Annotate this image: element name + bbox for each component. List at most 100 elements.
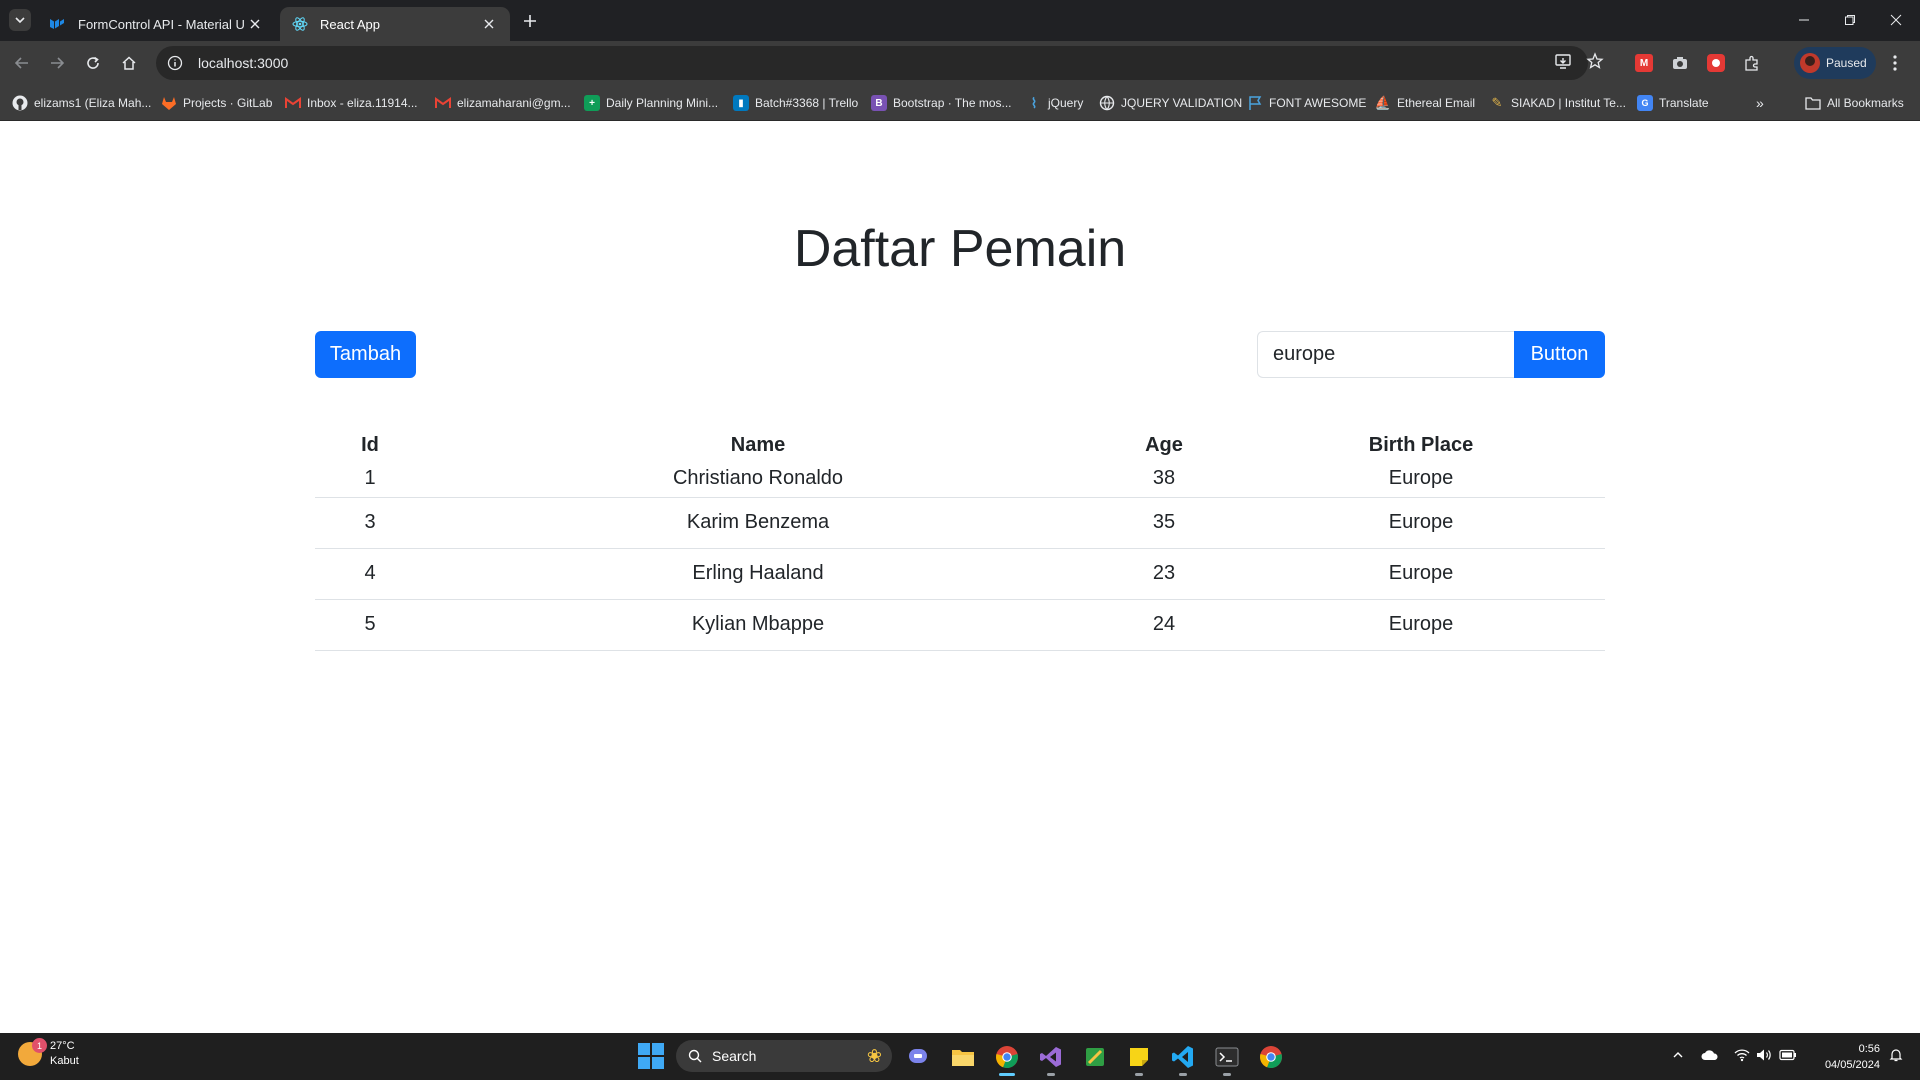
browser-menu-icon[interactable] [1886,54,1904,72]
url-text: localhost:3000 [198,55,289,71]
chevron-up-icon[interactable] [1668,1045,1688,1065]
siakad-icon: ✎ [1491,95,1503,110]
recorder-extension-icon[interactable] [1704,51,1728,75]
taskbar-search[interactable]: Search ❀ [676,1040,892,1072]
avatar [1800,53,1820,73]
bookmark-github[interactable]: elizams1 (Eliza Mah... [12,92,151,114]
reload-button[interactable] [79,49,107,77]
sheets-icon: + [584,95,600,111]
taskbar-app-paint[interactable] [1080,1042,1110,1072]
notification-bell-icon[interactable] [1886,1045,1906,1065]
bookmark-star-icon[interactable] [1580,46,1610,76]
add-player-button[interactable]: Tambah [315,331,416,378]
volume-icon[interactable] [1754,1045,1774,1065]
taskbar-app-vscode[interactable] [1168,1042,1198,1076]
bookmarks-bar: elizams1 (Eliza Mah... Projects · GitLab… [0,85,1920,121]
bookmark-gitlab[interactable]: Projects · GitLab [161,92,272,114]
bookmark-siakad[interactable]: ✎ SIAKAD | Institut Te... [1489,92,1626,114]
column-header-id: Id [361,434,379,456]
globe-icon [1099,95,1115,111]
weather-widget[interactable]: 1 27°C Kabut [18,1038,79,1069]
bookmark-daily-planning[interactable]: + Daily Planning Mini... [584,92,718,114]
bookmark-gmail[interactable]: elizamaharani@gm... [435,92,571,114]
camera-extension-icon[interactable] [1668,51,1692,75]
cell-id: 4 [315,548,425,600]
start-button[interactable] [638,1043,664,1069]
onedrive-icon[interactable] [1700,1045,1720,1065]
table-header-row: Id Name Age Birth Place [315,411,1605,461]
bookmark-label: Bootstrap · The mos... [893,96,1012,110]
chrome-icon [996,1046,1018,1069]
translate-icon: G [1637,95,1653,111]
system-clock[interactable]: 0:56 04/05/2024 [1810,1041,1880,1073]
taskbar-app-terminal[interactable] [1212,1042,1242,1076]
tab-search-button[interactable] [9,9,31,31]
search-label: Search [712,1048,757,1064]
home-button[interactable] [115,49,143,77]
forward-button[interactable] [43,49,71,77]
restore-icon [1845,15,1855,25]
column-header-name: Name [730,434,786,456]
paint-icon [1086,1048,1104,1066]
bootstrap-icon: B [871,95,887,111]
clock-date: 04/05/2024 [1824,1059,1880,1071]
cell-age: 24 [1091,599,1237,651]
search-highlight-icon: ❀ [866,1045,882,1066]
more-bookmarks-button[interactable]: » [1756,92,1764,114]
taskbar-app-file-explorer[interactable] [948,1042,978,1072]
tab-title: React App [320,16,380,32]
bookmark-label: Inbox - eliza.11914... [307,96,418,110]
close-window-button[interactable] [1882,8,1910,32]
search-icon [688,1049,702,1063]
column-header-birth-place: Birth Place [1368,434,1474,456]
bookmark-trello[interactable]: ▮ Batch#3368 | Trello [733,92,858,114]
bookmark-ethereal-email[interactable]: ⛵ Ethereal Email [1375,92,1475,114]
bookmark-bootstrap[interactable]: B Bootstrap · The mos... [871,92,1012,114]
taskbar-app-chat[interactable] [904,1042,934,1072]
jquery-icon: ⌇ [1030,94,1038,111]
weather-condition: Kabut [50,1055,79,1067]
weather-icon: 1 [18,1038,47,1066]
minimize-button[interactable] [1790,8,1818,32]
profile-button[interactable]: Paused [1794,47,1876,79]
taskbar-app-sticky-notes[interactable] [1124,1042,1154,1076]
install-app-icon[interactable] [1548,46,1578,76]
search-group: Button [1257,331,1605,378]
new-tab-button[interactable] [518,9,542,33]
cell-id: 3 [315,497,425,549]
close-icon[interactable] [246,15,264,33]
search-input[interactable] [1257,331,1514,378]
close-icon[interactable] [480,15,498,33]
address-bar[interactable]: localhost:3000 [156,46,1588,80]
weather-temp: 27°C [50,1040,75,1052]
battery-icon[interactable] [1778,1045,1798,1065]
site-info-icon[interactable] [160,48,190,78]
search-button[interactable]: Button [1514,331,1605,378]
close-icon [1890,14,1902,26]
gitlab-icon [161,95,177,111]
wifi-icon[interactable] [1732,1045,1752,1065]
restore-button[interactable] [1836,8,1864,32]
bookmark-inbox[interactable]: Inbox - eliza.11914... [285,92,418,114]
bookmark-label: JQUERY VALIDATION [1121,96,1243,110]
taskbar-app-chrome-2[interactable] [1256,1042,1286,1072]
bookmark-font-awesome[interactable]: FONT AWESOME [1247,92,1366,114]
taskbar-app-visual-studio[interactable] [1036,1042,1066,1076]
gmail-icon [435,95,451,111]
bookmark-label: elizams1 (Eliza Mah... [34,96,152,110]
tab-title: FormControl API - Material UI [78,16,246,32]
tab-formcontrol[interactable]: FormControl API - Material UI [38,7,276,41]
extensions-puzzle-icon[interactable] [1740,51,1764,75]
bookmark-translate[interactable]: G Translate [1637,92,1709,114]
terminal-icon [1215,1047,1239,1067]
browser-tab-bar: FormControl API - Material UI React App [0,0,1920,41]
bookmark-jquery-validation[interactable]: JQUERY VALIDATION [1099,92,1242,114]
bookmark-jquery[interactable]: ⌇ jQuery [1026,92,1084,114]
all-bookmarks-button[interactable]: All Bookmarks [1805,92,1904,114]
taskbar-app-chrome[interactable] [992,1042,1022,1076]
bookmark-label: jQuery [1048,96,1084,110]
back-button[interactable] [8,49,36,77]
github-icon [12,95,28,111]
tab-react-app[interactable]: React App [280,7,510,41]
extension-m-icon[interactable]: M [1632,51,1656,75]
